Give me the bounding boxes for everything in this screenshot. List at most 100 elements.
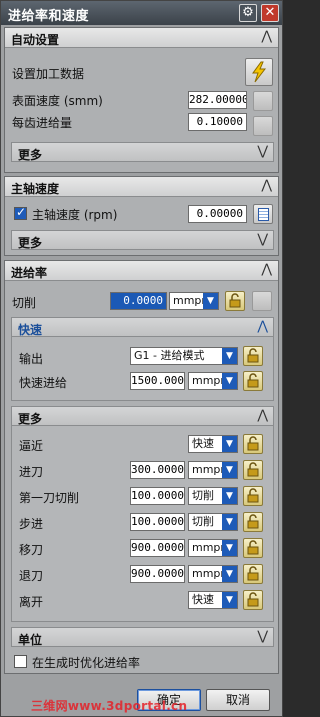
optimize-feed-checkbox[interactable]: [14, 655, 27, 668]
surface-speed-field[interactable]: 282.00000: [188, 91, 247, 109]
feed-row-unit-select[interactable]: mmpm ▼: [188, 539, 238, 557]
feed-row-unit-select[interactable]: 切削 ▼: [188, 513, 238, 531]
feed-row-lock-icon[interactable]: [243, 434, 263, 454]
cut-lock-icon[interactable]: [225, 291, 245, 311]
chevron-up-icon: ⋀: [261, 262, 272, 277]
title-bar[interactable]: 进给率和速度 ⚙ ✕: [1, 1, 282, 25]
dropdown-arrow-icon: ▼: [222, 348, 237, 364]
feed-row-lock-icon[interactable]: [243, 486, 263, 506]
spindle-speed-checkbox[interactable]: [14, 205, 27, 220]
spindle-more-label: 更多: [18, 236, 43, 250]
feed-per-tooth-calc-button[interactable]: [253, 116, 273, 136]
dropdown-arrow-icon: ▼: [222, 592, 237, 608]
feed-row-label: 步进: [19, 517, 44, 531]
cut-table-button[interactable]: [252, 291, 272, 311]
output-lock-icon[interactable]: [243, 346, 263, 366]
cancel-button[interactable]: 取消: [206, 689, 270, 711]
table-icon: [258, 208, 269, 221]
feed-row-label: 移刀: [19, 543, 44, 557]
feed-rate-header[interactable]: 进给率 ⋀: [5, 261, 278, 281]
auto-settings-section: 自动设置 ⋀ 设置加工数据 表面速度 (smm) 282.00000 每齿进给量…: [4, 27, 279, 173]
auto-more-header[interactable]: 更多 ⋁: [11, 142, 274, 162]
spindle-section: 主轴速度 ⋀ 主轴速度 (rpm) 0.00000 更多 ⋁: [4, 176, 279, 256]
feed-row-label: 退刀: [19, 569, 44, 583]
chevron-up-icon: ⋀: [261, 29, 272, 44]
rapid-feed-lock-icon[interactable]: [243, 371, 263, 391]
set-machining-data-button[interactable]: [245, 58, 273, 86]
chevron-up-icon: ⋀: [257, 408, 268, 423]
feed-row-value-field[interactable]: 100.00000: [130, 487, 185, 505]
output-value: G1 - 进给模式: [134, 349, 205, 362]
rapid-feed-unit-select[interactable]: mmpm ▼: [188, 372, 238, 390]
output-label: 输出: [19, 352, 44, 366]
feed-per-tooth-label: 每齿进给量: [12, 116, 73, 130]
rapid-feed-field[interactable]: 1500.0000: [130, 372, 185, 390]
feed-row-lock-icon[interactable]: [243, 590, 263, 610]
units-header[interactable]: 单位 ⋁: [11, 627, 274, 647]
chevron-up-icon: ⋀: [261, 178, 272, 193]
spindle-speed-label: 主轴速度 (rpm): [32, 208, 118, 222]
dialog-title: 进给率和速度: [8, 9, 90, 24]
cut-field[interactable]: 0.0000: [110, 292, 167, 310]
dropdown-arrow-icon: ▼: [222, 462, 237, 478]
dropdown-arrow-icon: ▼: [222, 514, 237, 530]
dropdown-arrow-icon: ▼: [222, 373, 237, 389]
chevron-down-icon: ⋁: [257, 232, 268, 247]
gear-icon[interactable]: ⚙: [239, 4, 257, 22]
feed-row-unit-select[interactable]: mmpm ▼: [188, 461, 238, 479]
feed-row-lock-icon[interactable]: [243, 512, 263, 532]
feed-row-unit-select[interactable]: mmpm ▼: [188, 565, 238, 583]
feed-row-value-field[interactable]: 900.00000: [130, 565, 185, 583]
feed-row-value-field[interactable]: 900.00000: [130, 539, 185, 557]
feed-row-lock-icon[interactable]: [243, 538, 263, 558]
rapid-title: 快速: [18, 323, 43, 337]
feed-per-tooth-field[interactable]: 0.10000: [188, 113, 247, 131]
feed-row-value-field[interactable]: 300.00000: [130, 461, 185, 479]
feed-row-unit-select[interactable]: 快速 ▼: [188, 435, 238, 453]
rapid-feed-label: 快速进给: [19, 376, 68, 390]
feed-row-label: 逼近: [19, 439, 44, 453]
spindle-more-header[interactable]: 更多 ⋁: [11, 230, 274, 250]
auto-more-label: 更多: [18, 148, 43, 162]
chevron-up-icon: ⋀: [257, 319, 268, 334]
feed-more-title: 更多: [18, 412, 43, 426]
chevron-down-icon: ⋁: [257, 144, 268, 159]
spindle-header[interactable]: 主轴速度 ⋀: [5, 177, 278, 197]
close-icon[interactable]: ✕: [261, 4, 279, 22]
dropdown-arrow-icon: ▼: [222, 488, 237, 504]
feed-row-label: 第一刀切削: [19, 491, 80, 505]
dropdown-arrow-icon: ▼: [222, 566, 237, 582]
feeds-speeds-dialog: 进给率和速度 ⚙ ✕ 自动设置 ⋀ 设置加工数据 表面速度 (smm) 282.…: [0, 0, 283, 717]
feed-row-lock-icon[interactable]: [243, 460, 263, 480]
feed-rate-title: 进给率: [11, 266, 48, 280]
feed-row-lock-icon[interactable]: [243, 564, 263, 584]
feed-row-unit-value: 切削: [192, 489, 214, 502]
set-machining-data-label: 设置加工数据: [12, 67, 85, 81]
feed-more-header[interactable]: 更多 ⋀: [11, 406, 274, 426]
chevron-down-icon: ⋁: [257, 629, 268, 644]
feed-more-subsection: 更多 ⋀ 逼近 快速 ▼ 进刀 300.00000 mmpm ▼ 第一刀切削 100.00000…: [11, 406, 274, 622]
feed-row-unit-select[interactable]: 切削 ▼: [188, 487, 238, 505]
feed-row-label: 进刀: [19, 465, 44, 479]
rapid-header[interactable]: 快速 ⋀: [11, 317, 274, 337]
auto-settings-header[interactable]: 自动设置 ⋀: [5, 28, 278, 48]
surface-speed-label: 表面速度 (smm): [12, 94, 103, 108]
feed-row-value-field[interactable]: 100.00000: [130, 513, 185, 531]
cut-label: 切削: [12, 296, 37, 310]
lightning-icon: [252, 61, 267, 83]
feed-row-unit-value: 快速: [192, 437, 214, 450]
surface-speed-calc-button[interactable]: [253, 91, 273, 111]
optimize-feed-label: 在生成时优化进给率: [32, 656, 141, 670]
units-title: 单位: [18, 633, 43, 647]
cut-unit-select[interactable]: mmpm ▼: [169, 292, 219, 310]
feed-row-unit-value: 快速: [192, 593, 214, 606]
spindle-speed-field[interactable]: 0.00000: [188, 205, 247, 223]
feed-row-label: 离开: [19, 595, 44, 609]
feed-rate-section: 进给率 ⋀ 切削 0.0000 mmpm ▼ 快速 ⋀ 输出 G1 - 进给模式…: [4, 260, 279, 674]
spindle-table-button[interactable]: [253, 204, 273, 224]
dropdown-arrow-icon: ▼: [203, 293, 218, 309]
feed-row-unit-select[interactable]: 快速 ▼: [188, 591, 238, 609]
rapid-subsection: 快速 ⋀ 输出 G1 - 进给模式 ▼ 快速进给 1500.0000 mmpm …: [11, 317, 274, 401]
output-select[interactable]: G1 - 进给模式 ▼: [130, 347, 238, 365]
feed-row-unit-value: 切削: [192, 515, 214, 528]
